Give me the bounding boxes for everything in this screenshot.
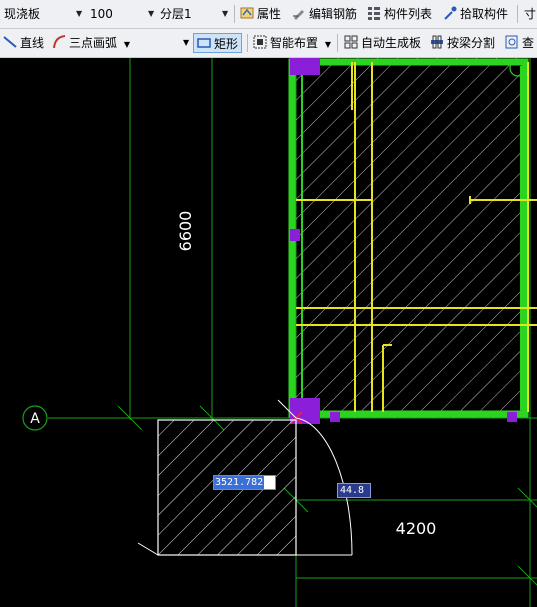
toolbar-divider bbox=[517, 5, 518, 23]
component-list-button[interactable]: 构件列表 bbox=[367, 4, 432, 24]
component-type-value: 现浇板 bbox=[4, 7, 41, 21]
query-label: 查 bbox=[522, 36, 535, 50]
drawing-canvas[interactable]: A 6600 4200 bbox=[0, 58, 537, 607]
properties-icon bbox=[240, 7, 254, 19]
angle-input[interactable]: 44.8 bbox=[337, 483, 371, 498]
dimension-horizontal: 4200 bbox=[396, 519, 437, 538]
chevron-down-icon: ▼ bbox=[324, 40, 331, 49]
thickness-value: 100 bbox=[90, 7, 113, 21]
overflow-label: 寸 bbox=[524, 7, 537, 21]
chevron-down-icon: ▼ bbox=[123, 40, 130, 49]
line-label: 直线 bbox=[20, 36, 45, 50]
query-icon bbox=[505, 35, 518, 49]
split-icon bbox=[431, 35, 443, 49]
auto-generate-slab-button[interactable]: 自动生成板 bbox=[344, 33, 421, 53]
smart-layout-button[interactable]: 智能布置 ▼ bbox=[253, 33, 331, 53]
three-point-arc-button[interactable]: 三点画弧 ▼ bbox=[52, 33, 130, 53]
length-input-value: 3521.782 bbox=[214, 476, 265, 489]
top-toolbar: 现浇板 ▼ 100 ▼ 分层1 ▼ 属性 编辑钢筋 构件列表 拾取构件 寸 bbox=[0, 0, 537, 29]
eyedropper-icon bbox=[444, 6, 457, 20]
angle-input-value: 44.8 bbox=[340, 485, 365, 496]
properties-button[interactable]: 属性 bbox=[240, 4, 281, 24]
toolbar-divider bbox=[234, 5, 235, 23]
axis-label-a: A bbox=[30, 411, 40, 427]
thickness-select[interactable]: 100 ▼ bbox=[90, 4, 155, 24]
line-button[interactable]: 直线 bbox=[3, 33, 44, 53]
preview-guide-line bbox=[137, 542, 159, 556]
arc-icon bbox=[53, 35, 66, 49]
pencil-icon bbox=[293, 10, 304, 20]
chevron-down-icon: ▼ bbox=[148, 9, 155, 18]
chevron-down-icon: ▼ bbox=[76, 9, 83, 18]
slab-grid-icon bbox=[344, 35, 358, 49]
dimension-vertical: 6600 bbox=[176, 211, 195, 252]
auto-generate-slab-label: 自动生成板 bbox=[361, 36, 422, 50]
overflow-button[interactable]: 寸 bbox=[524, 4, 536, 24]
split-by-beam-button[interactable]: 按梁分割 bbox=[430, 33, 495, 53]
list-icon bbox=[368, 7, 380, 20]
component-list-label: 构件列表 bbox=[384, 7, 433, 21]
line-icon bbox=[3, 36, 17, 48]
chevron-down-icon[interactable]: ▼ bbox=[183, 33, 189, 53]
rectangle-button[interactable]: 矩形 bbox=[193, 33, 243, 53]
edit-rebar-button[interactable]: 编辑钢筋 bbox=[292, 4, 357, 24]
length-input[interactable]: 3521.782 bbox=[213, 475, 276, 490]
pick-component-label: 拾取构件 bbox=[460, 7, 509, 21]
query-button[interactable]: 查 bbox=[505, 33, 534, 53]
split-by-beam-label: 按梁分割 bbox=[447, 36, 496, 50]
three-point-arc-label: 三点画弧 bbox=[69, 36, 118, 50]
toolbar-divider bbox=[337, 34, 338, 52]
existing-slab[interactable] bbox=[296, 58, 526, 418]
pick-component-button[interactable]: 拾取构件 bbox=[443, 4, 508, 24]
draw-toolbar: 直线 三点画弧 ▼ ▼ 矩形 智能布置 ▼ 自动生成板 按梁分割 查 bbox=[0, 29, 537, 58]
smart-layout-label: 智能布置 bbox=[270, 36, 319, 50]
chevron-down-icon: ▼ bbox=[222, 9, 229, 18]
grid-layout-icon bbox=[253, 35, 267, 49]
properties-label: 属性 bbox=[257, 7, 282, 21]
layer-select[interactable]: 分层1 ▼ bbox=[160, 4, 230, 24]
rectangle-label: 矩形 bbox=[214, 37, 239, 51]
edit-rebar-label: 编辑钢筋 bbox=[309, 7, 358, 21]
toolbar-divider bbox=[247, 34, 248, 52]
rectangle-icon bbox=[197, 38, 211, 48]
component-type-select[interactable]: 现浇板 ▼ bbox=[4, 4, 84, 24]
layer-value: 分层1 bbox=[160, 7, 192, 21]
